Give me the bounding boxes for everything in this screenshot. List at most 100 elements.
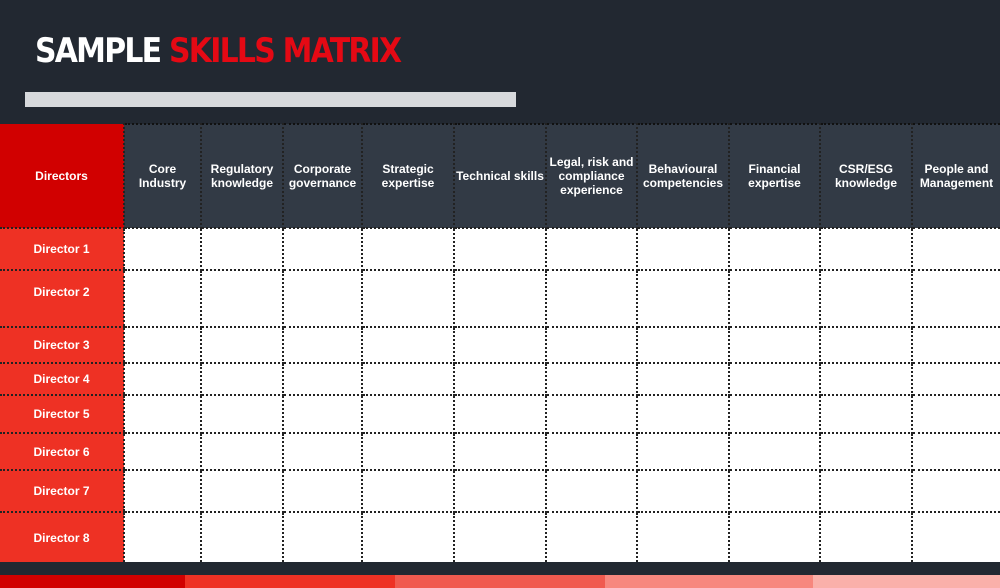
matrix-cell[interactable] — [911, 362, 1000, 396]
matrix-cell[interactable] — [361, 394, 455, 434]
matrix-cell[interactable] — [728, 326, 821, 364]
matrix-cell[interactable] — [545, 362, 638, 396]
title-underline-bar — [25, 92, 516, 107]
row-header-director-4: Director 4 — [0, 362, 124, 396]
table-row: Director 3 — [0, 326, 1000, 364]
matrix-cell[interactable] — [453, 362, 547, 396]
matrix-cell[interactable] — [453, 511, 547, 562]
matrix-cell[interactable] — [911, 394, 1000, 434]
matrix-cell[interactable] — [728, 511, 821, 562]
matrix-cell[interactable] — [911, 227, 1000, 271]
matrix-cell[interactable] — [361, 227, 455, 271]
matrix-cell[interactable] — [636, 511, 730, 562]
matrix-cell[interactable] — [728, 269, 821, 328]
matrix-cell[interactable] — [728, 469, 821, 513]
matrix-cell[interactable] — [123, 469, 202, 513]
matrix-cell[interactable] — [453, 469, 547, 513]
matrix-cell[interactable] — [123, 432, 202, 471]
row-header-director-6: Director 6 — [0, 432, 124, 471]
matrix-cell[interactable] — [636, 362, 730, 396]
matrix-cell[interactable] — [200, 326, 284, 364]
table-row: Director 7 — [0, 469, 1000, 513]
table-row: Director 6 — [0, 432, 1000, 471]
matrix-cell[interactable] — [361, 511, 455, 562]
matrix-cell[interactable] — [361, 362, 455, 396]
matrix-cell[interactable] — [453, 326, 547, 364]
matrix-cell[interactable] — [123, 394, 202, 434]
matrix-cell[interactable] — [453, 227, 547, 271]
column-header-financial-expertise: Financial expertise — [728, 123, 821, 229]
matrix-cell[interactable] — [200, 511, 284, 562]
matrix-cell[interactable] — [819, 394, 913, 434]
matrix-cell[interactable] — [636, 469, 730, 513]
matrix-cell[interactable] — [911, 432, 1000, 471]
matrix-cell[interactable] — [728, 394, 821, 434]
matrix-cell[interactable] — [282, 394, 363, 434]
matrix-cell[interactable] — [361, 269, 455, 328]
matrix-cell[interactable] — [728, 227, 821, 271]
matrix-cell[interactable] — [636, 326, 730, 364]
matrix-cell[interactable] — [282, 432, 363, 471]
matrix-cell[interactable] — [361, 326, 455, 364]
matrix-cell[interactable] — [453, 269, 547, 328]
matrix-cell[interactable] — [282, 269, 363, 328]
matrix-cell[interactable] — [911, 511, 1000, 562]
matrix-cell[interactable] — [123, 362, 202, 396]
matrix-cell[interactable] — [819, 326, 913, 364]
matrix-cell[interactable] — [282, 362, 363, 396]
table-row: Director 4 — [0, 362, 1000, 396]
matrix-cell[interactable] — [200, 269, 284, 328]
matrix-cell[interactable] — [819, 227, 913, 271]
matrix-cell[interactable] — [200, 394, 284, 434]
matrix-cell[interactable] — [545, 227, 638, 271]
matrix-cell[interactable] — [819, 469, 913, 513]
matrix-cell[interactable] — [453, 394, 547, 434]
matrix-cell[interactable] — [819, 511, 913, 562]
matrix-cell[interactable] — [545, 326, 638, 364]
strip-segment — [185, 575, 395, 588]
title-word-sample: SAMPLE — [35, 31, 162, 71]
matrix-cell[interactable] — [200, 432, 284, 471]
matrix-cell[interactable] — [636, 394, 730, 434]
table-row: Director 5 — [0, 394, 1000, 434]
matrix-cell[interactable] — [123, 227, 202, 271]
row-header-director-7: Director 7 — [0, 469, 124, 513]
matrix-cell[interactable] — [911, 269, 1000, 328]
matrix-cell[interactable] — [911, 326, 1000, 364]
row-header-director-8: Director 8 — [0, 511, 124, 562]
matrix-cell[interactable] — [545, 511, 638, 562]
matrix-cell[interactable] — [123, 326, 202, 364]
matrix-cell[interactable] — [200, 469, 284, 513]
matrix-cell[interactable] — [545, 469, 638, 513]
matrix-cell[interactable] — [545, 432, 638, 471]
column-header-strategic-expertise: Strategic expertise — [361, 123, 455, 229]
matrix-cell[interactable] — [361, 432, 455, 471]
matrix-cell[interactable] — [545, 394, 638, 434]
matrix-cell[interactable] — [636, 227, 730, 271]
matrix-cell[interactable] — [200, 362, 284, 396]
matrix-cell[interactable] — [819, 432, 913, 471]
matrix-cell[interactable] — [282, 469, 363, 513]
bottom-color-strip — [0, 575, 1000, 588]
matrix-cell[interactable] — [200, 227, 284, 271]
matrix-cell[interactable] — [636, 269, 730, 328]
column-header-people-and-management: People and Management — [911, 123, 1000, 229]
strip-segment — [0, 575, 185, 588]
matrix-cell[interactable] — [282, 511, 363, 562]
strip-segment — [813, 575, 1000, 588]
matrix-cell[interactable] — [282, 326, 363, 364]
matrix-cell[interactable] — [728, 362, 821, 396]
matrix-cell[interactable] — [545, 269, 638, 328]
matrix-cell[interactable] — [282, 227, 363, 271]
page-title: SAMPLE SKILLS MATRIX — [35, 31, 402, 71]
matrix-cell[interactable] — [819, 269, 913, 328]
matrix-cell[interactable] — [819, 362, 913, 396]
row-header-director-3: Director 3 — [0, 326, 124, 364]
matrix-cell[interactable] — [636, 432, 730, 471]
matrix-cell[interactable] — [123, 511, 202, 562]
matrix-cell[interactable] — [123, 269, 202, 328]
matrix-cell[interactable] — [361, 469, 455, 513]
matrix-cell[interactable] — [728, 432, 821, 471]
matrix-cell[interactable] — [911, 469, 1000, 513]
matrix-cell[interactable] — [453, 432, 547, 471]
